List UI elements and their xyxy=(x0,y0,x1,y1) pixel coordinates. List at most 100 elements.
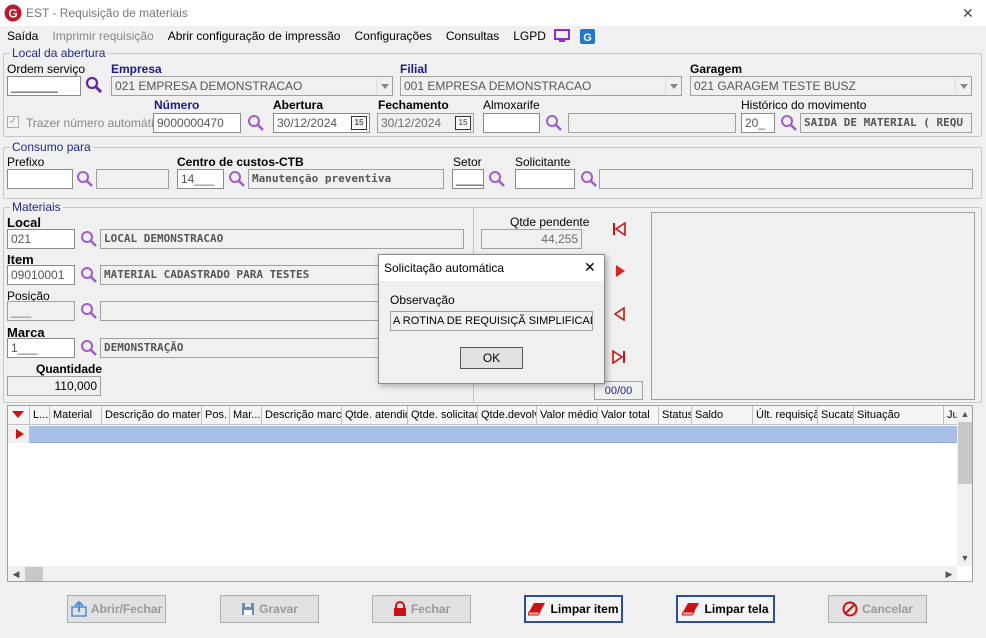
posicao-code-field[interactable]: ___ xyxy=(7,301,75,321)
limpar-tela-button[interactable]: Limpar tela xyxy=(676,595,775,623)
limpar-item-button[interactable]: Limpar item xyxy=(524,595,623,623)
abertura-date-field[interactable]: 30/12/2024 15 xyxy=(273,113,370,133)
ordem-field[interactable]: _______ xyxy=(7,76,81,96)
col-header[interactable]: Sucata xyxy=(818,406,854,424)
almox-field[interactable] xyxy=(483,113,540,133)
cc-description: Manutenção preventiva xyxy=(248,169,444,189)
calendar-icon[interactable]: 15 xyxy=(455,116,471,130)
setor-field[interactable]: ____ xyxy=(452,169,484,189)
prev-record-icon[interactable] xyxy=(614,307,626,321)
dialog-title: Solicitação automática xyxy=(384,261,505,275)
vertical-scrollbar[interactable]: ▲ ▼ xyxy=(957,406,972,566)
col-header[interactable]: Material xyxy=(50,406,102,424)
materials-grid[interactable]: L... Material Descrição do material Pos.… xyxy=(7,405,973,582)
cancelar-button[interactable]: Cancelar xyxy=(828,595,927,623)
solic-search-icon[interactable] xyxy=(580,170,598,188)
garagem-dropdown-icon[interactable] xyxy=(955,78,970,94)
filial-dropdown-icon[interactable] xyxy=(665,78,680,94)
abrir-fechar-button[interactable]: Abrir/Fechar xyxy=(67,595,166,623)
quantidade-field[interactable]: 110,000 xyxy=(7,376,101,396)
empresa-label: Empresa xyxy=(111,62,162,76)
scroll-down-icon[interactable]: ▼ xyxy=(957,550,972,566)
col-header[interactable]: Qtde. solicitada xyxy=(408,406,478,424)
col-header[interactable]: Valor total xyxy=(598,406,659,424)
fechamento-label: Fechamento xyxy=(378,98,449,112)
filial-select[interactable]: 001 EMPRESA DEMONSTRACAO xyxy=(400,76,682,96)
eraser-icon xyxy=(528,603,546,616)
numero-search-icon[interactable] xyxy=(247,114,265,132)
prefixo-description xyxy=(96,169,169,189)
scroll-right-icon[interactable]: ▶ xyxy=(941,566,957,581)
abertura-value: 30/12/2024 xyxy=(277,116,338,130)
almox-search-icon[interactable] xyxy=(545,114,563,132)
marca-code-field[interactable]: 1___ xyxy=(7,338,75,358)
menu-lgpd[interactable]: LGPD xyxy=(513,29,546,43)
col-header[interactable]: Valor médio xyxy=(537,406,598,424)
abertura-group-title: Local da abertura xyxy=(10,46,108,60)
local-search-icon[interactable] xyxy=(80,230,98,248)
col-header[interactable]: Ju xyxy=(944,406,958,424)
item-code-field[interactable]: 09010001 xyxy=(7,265,75,285)
empresa-dropdown-icon[interactable] xyxy=(376,78,391,94)
prefixo-search-icon[interactable] xyxy=(76,170,94,188)
scroll-thumb[interactable] xyxy=(958,422,972,484)
col-header[interactable]: Qtde. atendida xyxy=(342,406,408,424)
first-record-icon[interactable] xyxy=(612,222,626,236)
gravar-label: Gravar xyxy=(259,602,298,616)
limpar-item-label: Limpar item xyxy=(550,602,619,616)
monitor-icon[interactable] xyxy=(553,29,570,43)
numero-field[interactable]: 9000000470 xyxy=(153,113,241,133)
fechamento-date-field[interactable]: 30/12/2024 15 xyxy=(377,113,474,133)
horizontal-scrollbar[interactable]: ◀ ▶ xyxy=(8,566,957,581)
gravar-button[interactable]: Gravar xyxy=(220,595,319,623)
app-g-icon[interactable]: G xyxy=(579,28,595,44)
marca-search-icon[interactable] xyxy=(80,339,98,357)
solic-field[interactable] xyxy=(515,169,575,189)
menu-bar: Saída Imprimir requisição Abrir configur… xyxy=(7,28,595,44)
grid-menu-icon[interactable] xyxy=(8,406,30,424)
materiais-group-title: Materiais xyxy=(10,200,63,214)
fechar-button[interactable]: Fechar xyxy=(372,595,471,623)
prefixo-field[interactable] xyxy=(7,169,73,189)
setor-search-icon[interactable] xyxy=(488,170,506,188)
dialog-close-icon[interactable]: ✕ xyxy=(584,259,596,276)
col-header[interactable]: Descrição do material xyxy=(102,406,202,424)
ordem-search-icon[interactable] xyxy=(85,76,103,94)
scroll-left-icon[interactable]: ◀ xyxy=(8,566,24,581)
cc-code-field[interactable]: 14___ xyxy=(177,169,224,189)
menu-consultas[interactable]: Consultas xyxy=(446,29,499,43)
menu-saida[interactable]: Saída xyxy=(7,29,38,43)
garagem-select[interactable]: 021 GARAGEM TESTE BUSZ xyxy=(690,76,972,96)
col-header[interactable]: Qtde.devolv. xyxy=(478,406,537,424)
item-search-icon[interactable] xyxy=(80,266,98,284)
scroll-up-icon[interactable]: ▲ xyxy=(957,406,972,422)
ok-button[interactable]: OK xyxy=(460,347,523,369)
col-header[interactable]: Status xyxy=(659,406,692,424)
col-header[interactable]: Últ. requisição xyxy=(753,406,818,424)
hscroll-thumb[interactable] xyxy=(25,567,43,581)
last-record-icon[interactable] xyxy=(612,350,626,364)
svg-text:G: G xyxy=(8,7,17,21)
table-row[interactable] xyxy=(8,426,957,443)
col-header[interactable]: Situação xyxy=(854,406,944,424)
col-header[interactable]: Mar... xyxy=(230,406,262,424)
col-header[interactable]: Pos. xyxy=(202,406,230,424)
empresa-select[interactable]: 021 EMPRESA DEMONSTRACAO xyxy=(111,76,393,96)
trazer-checkbox[interactable]: ✓ xyxy=(7,116,19,128)
garagem-value: 021 GARAGEM TESTE BUSZ xyxy=(694,79,856,93)
menu-configuracoes[interactable]: Configurações xyxy=(354,29,431,43)
next-record-icon[interactable] xyxy=(614,264,626,278)
col-header[interactable]: Saldo xyxy=(692,406,753,424)
calendar-icon[interactable]: 15 xyxy=(351,116,367,130)
col-header[interactable]: Descrição marca xyxy=(262,406,342,424)
menu-abrir-config[interactable]: Abrir configuração de impressão xyxy=(168,29,341,43)
hist-description: SAIDA DE MATERIAL ( REQU xyxy=(800,113,972,133)
hist-code-field[interactable]: 20_ xyxy=(741,113,775,133)
photo-panel xyxy=(651,212,975,400)
local-code-field[interactable]: 021 xyxy=(7,229,75,249)
close-icon[interactable]: ✕ xyxy=(962,5,974,22)
posicao-search-icon[interactable] xyxy=(80,302,98,320)
hist-search-icon[interactable] xyxy=(780,114,798,132)
cc-search-icon[interactable] xyxy=(228,170,246,188)
col-header[interactable]: L... xyxy=(30,406,50,424)
